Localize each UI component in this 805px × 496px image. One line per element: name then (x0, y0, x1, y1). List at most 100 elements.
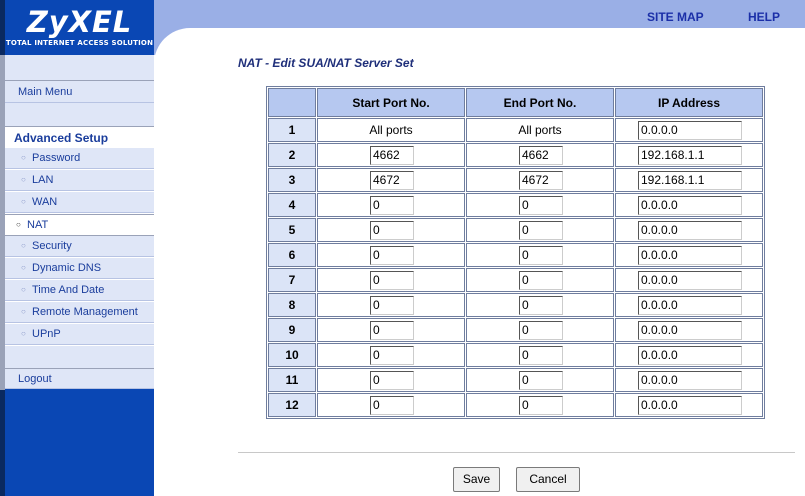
table-row: 6 (268, 243, 763, 267)
ip-address-input[interactable] (638, 395, 742, 415)
end-port-input[interactable] (519, 220, 563, 240)
start-port-input[interactable] (370, 145, 414, 165)
start-port-cell (317, 193, 465, 217)
sidebar-item-password[interactable]: ○ Password (5, 148, 154, 169)
end-port-cell (466, 393, 614, 417)
table-row: 12 (268, 393, 763, 417)
start-port-input[interactable] (370, 320, 414, 340)
ip-address-input[interactable] (638, 245, 742, 265)
start-port-input[interactable] (370, 170, 414, 190)
end-port-input[interactable] (519, 170, 563, 190)
sidebar-item-label: Main Menu (18, 86, 73, 98)
end-port-input[interactable] (519, 195, 563, 215)
start-port-cell (317, 168, 465, 192)
sidebar-item-label: Security (32, 240, 72, 252)
sidebar-item-lan[interactable]: ○ LAN (5, 170, 154, 191)
end-port-input[interactable] (519, 320, 563, 340)
sidebar-footer (5, 389, 154, 496)
row-number: 4 (268, 193, 316, 217)
start-port-input[interactable] (370, 345, 414, 365)
end-port-input[interactable] (519, 345, 563, 365)
ip-address-input[interactable] (638, 170, 742, 190)
end-port-input[interactable] (519, 145, 563, 165)
sidebar-item-wan[interactable]: ○ WAN (5, 192, 154, 213)
start-port-input[interactable] (370, 220, 414, 240)
start-port-cell (317, 218, 465, 242)
ip-address-cell (615, 243, 763, 267)
start-port-input[interactable] (370, 370, 414, 390)
sidebar-spacer (5, 55, 154, 80)
end-port-cell (466, 268, 614, 292)
save-button[interactable]: Save (453, 467, 500, 492)
bullet-icon: ○ (21, 285, 26, 294)
end-port-input[interactable] (519, 270, 563, 290)
end-port-cell (466, 243, 614, 267)
sidebar-item-main-menu[interactable]: Main Menu (5, 80, 154, 103)
ip-address-cell (615, 168, 763, 192)
sidebar-item-security[interactable]: ○ Security (5, 236, 154, 257)
end-port-input[interactable] (519, 370, 563, 390)
end-port-cell (466, 293, 614, 317)
ip-address-cell (615, 368, 763, 392)
page-title: NAT - Edit SUA/NAT Server Set (238, 56, 414, 70)
ip-address-cell (615, 393, 763, 417)
sidebar-item-logout[interactable]: Logout (5, 368, 154, 389)
sidebar-item-label: WAN (32, 196, 58, 208)
end-port-input[interactable] (519, 295, 563, 315)
ip-address-input[interactable] (638, 295, 742, 315)
help-link[interactable]: HELP (748, 10, 780, 24)
sidebar-item-dynamic-dns[interactable]: ○ Dynamic DNS (5, 258, 154, 279)
cancel-button[interactable]: Cancel (516, 467, 580, 492)
sidebar-spacer (5, 103, 154, 126)
ip-address-input[interactable] (638, 270, 742, 290)
start-port-input[interactable] (370, 245, 414, 265)
sidebar-item-label: NAT (27, 219, 49, 231)
end-port-input[interactable] (519, 395, 563, 415)
divider (238, 452, 795, 453)
bullet-icon: ○ (21, 197, 26, 206)
end-port-cell (466, 218, 614, 242)
end-port-input[interactable] (519, 245, 563, 265)
end-port-text: All ports (466, 118, 614, 142)
bullet-icon: ○ (16, 220, 21, 229)
table-row: 1 All ports All ports (268, 118, 763, 142)
start-port-cell (317, 318, 465, 342)
start-port-cell (317, 143, 465, 167)
row-number: 10 (268, 343, 316, 367)
end-port-cell (466, 318, 614, 342)
sidebar-item-label: UPnP (32, 328, 61, 340)
ip-address-input[interactable] (638, 120, 742, 140)
sidebar-item-time-and-date[interactable]: ○ Time And Date (5, 280, 154, 301)
end-port-cell (466, 143, 614, 167)
start-port-cell (317, 293, 465, 317)
start-port-input[interactable] (370, 295, 414, 315)
ip-address-input[interactable] (638, 370, 742, 390)
sidebar-item-upnp[interactable]: ○ UPnP (5, 324, 154, 345)
sidebar-item-nat[interactable]: ○ NAT (5, 214, 154, 236)
start-port-cell (317, 343, 465, 367)
start-port-input[interactable] (370, 195, 414, 215)
ip-address-input[interactable] (638, 145, 742, 165)
bullet-icon: ○ (21, 241, 26, 250)
sidebar: Main Menu Advanced Setup ○ Password ○ LA… (5, 55, 154, 496)
end-port-cell (466, 343, 614, 367)
logo-tagline: Total Internet Access Solution (5, 39, 154, 47)
ip-address-input[interactable] (638, 220, 742, 240)
start-port-input[interactable] (370, 270, 414, 290)
table-row: 8 (268, 293, 763, 317)
site-map-link[interactable]: SITE MAP (647, 10, 704, 24)
bullet-icon: ○ (21, 329, 26, 338)
start-port-input[interactable] (370, 395, 414, 415)
row-number: 3 (268, 168, 316, 192)
row-number: 8 (268, 293, 316, 317)
row-number: 7 (268, 268, 316, 292)
ip-address-input[interactable] (638, 195, 742, 215)
sidebar-item-remote-management[interactable]: ○ Remote Management (5, 302, 154, 323)
ip-address-input[interactable] (638, 320, 742, 340)
table-header-row: Start Port No. End Port No. IP Address (268, 88, 763, 117)
ip-address-input[interactable] (638, 345, 742, 365)
row-number: 2 (268, 143, 316, 167)
bullet-icon: ○ (21, 307, 26, 316)
row-number: 12 (268, 393, 316, 417)
ip-address-cell (615, 318, 763, 342)
